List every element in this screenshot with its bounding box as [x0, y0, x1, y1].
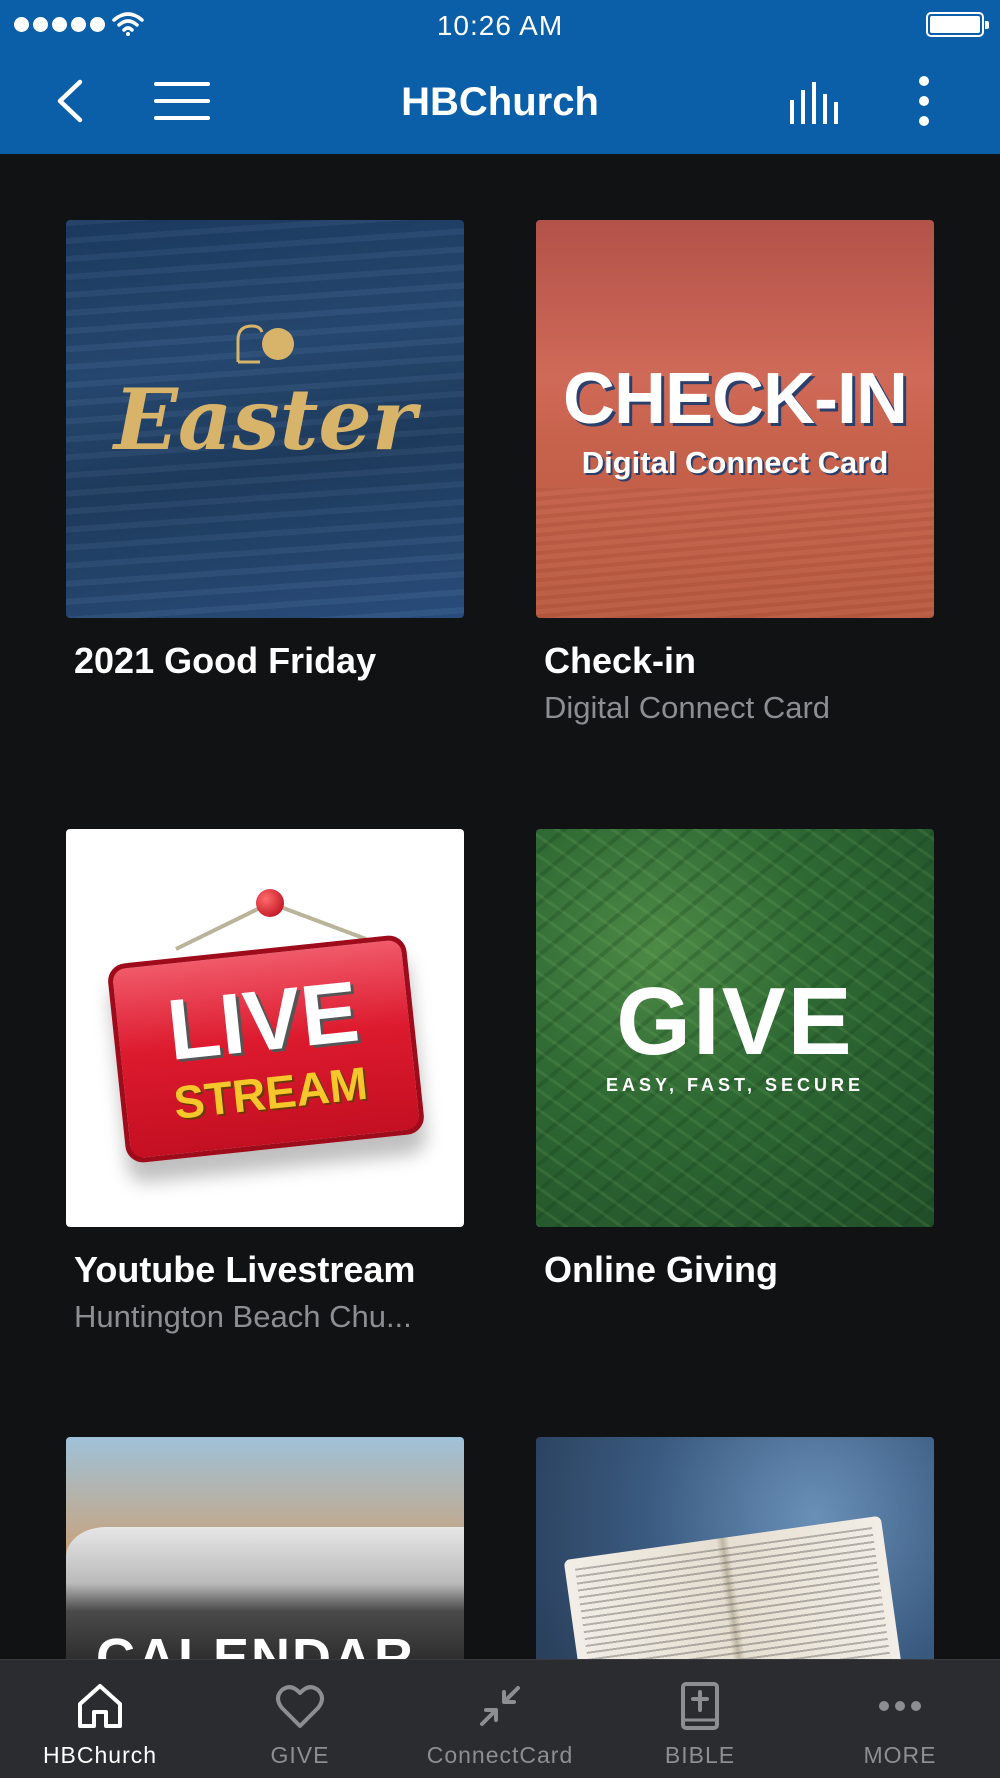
collapse-arrows-icon [480, 1686, 520, 1726]
tile-title: Youtube Livestream [74, 1249, 416, 1290]
livestream-artwork: LIVE STREAM [66, 829, 464, 1227]
give-artwork-title: GIVE [616, 968, 854, 1075]
more-vertical-icon[interactable] [912, 76, 936, 130]
heart-icon [276, 1685, 324, 1728]
tab-label: ConnectCard [426, 1742, 574, 1768]
pushpin-icon [256, 889, 284, 917]
status-time: 10:26 AM [436, 10, 564, 41]
tab-give[interactable]: GIVE [200, 1660, 400, 1778]
tab-label: BIBLE [664, 1742, 736, 1768]
tab-label: MORE [863, 1742, 937, 1768]
tile-title: Online Giving [544, 1249, 779, 1290]
page-title: HBChurch [401, 80, 599, 124]
give-artwork-subtitle: EASY, FAST, SECURE [605, 1075, 865, 1095]
tile-good-friday[interactable]: Easter 2021 Good Friday [66, 220, 464, 682]
tile-title: Check-in [544, 640, 697, 681]
tile-youtube-livestream[interactable]: LIVE STREAM Youtube Livestream Huntingto… [66, 829, 464, 1335]
give-artwork: GIVE EASY, FAST, SECURE [536, 829, 934, 1227]
tile-check-in[interactable]: CHECK-IN Digital Connect Card Check-in D… [536, 220, 934, 726]
more-horizontal-icon [879, 1701, 921, 1711]
check-in-artwork: CHECK-IN Digital Connect Card [536, 220, 934, 618]
tab-connectcard[interactable]: ConnectCard [400, 1660, 600, 1778]
check-in-artwork-subtitle: Digital Connect Card [581, 445, 889, 480]
easter-artwork: Easter [66, 220, 464, 618]
status-bar: 10:26 AM [0, 0, 1000, 50]
audio-bars-icon[interactable] [788, 82, 844, 124]
tile-title: 2021 Good Friday [74, 640, 377, 681]
live-stream-sign: LIVE STREAM [106, 933, 426, 1165]
tab-more[interactable]: MORE [800, 1660, 1000, 1778]
tab-label: HBChurch [42, 1742, 158, 1768]
tab-hbchurch[interactable]: HBChurch [0, 1660, 200, 1778]
tile-subtitle: Digital Connect Card [544, 690, 831, 725]
home-icon [78, 1684, 122, 1728]
easter-artwork-text: Easter [113, 370, 417, 469]
bible-icon [681, 1682, 719, 1730]
tile-online-giving[interactable]: GIVE EASY, FAST, SECURE Online Giving [536, 829, 934, 1291]
app-header: 10:26 AM HBChurch [0, 0, 1000, 154]
battery-icon [926, 12, 989, 37]
check-in-artwork-title: CHECK-IN [563, 359, 908, 439]
tab-bible[interactable]: BIBLE [600, 1660, 800, 1778]
tab-label: GIVE [270, 1742, 330, 1768]
tile-subtitle: Huntington Beach Chu... [74, 1299, 412, 1334]
easter-logo-icon [236, 324, 294, 364]
bottom-tab-bar: HBChurch GIVE ConnectCard BIBLE MORE [0, 1659, 1000, 1778]
